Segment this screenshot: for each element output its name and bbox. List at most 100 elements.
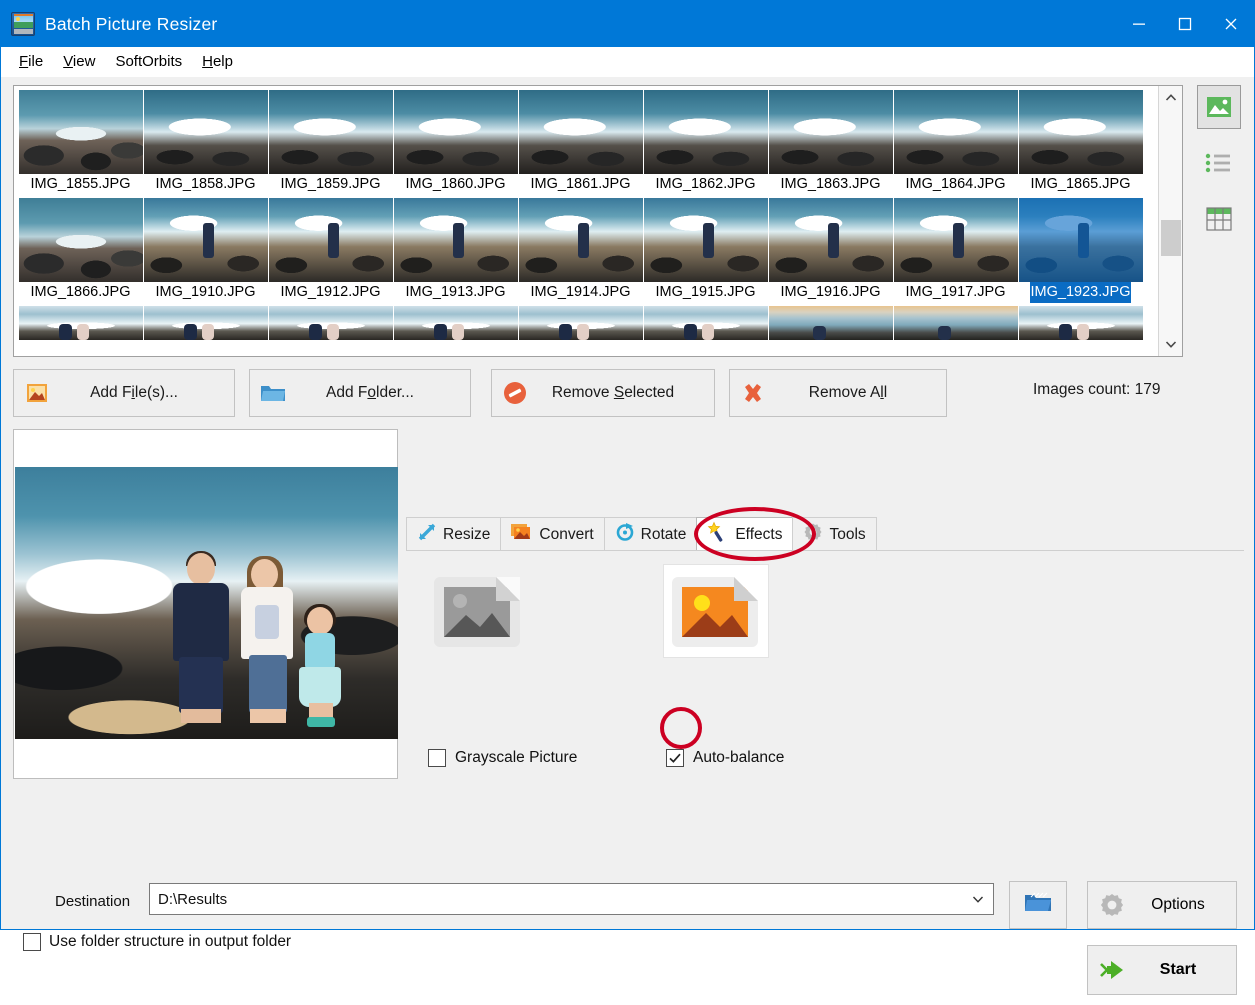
scrollbar-track[interactable]: [1159, 110, 1183, 332]
autobalance-checkbox-row[interactable]: Auto-balance: [666, 749, 784, 767]
add-folder-button[interactable]: Add Folder...: [249, 369, 471, 417]
scroll-down-icon[interactable]: [1159, 332, 1183, 356]
thumbnail-item[interactable]: IMG_1917.JPG: [893, 198, 1018, 303]
thumbnail-item[interactable]: IMG_1915.JPG: [643, 198, 768, 303]
remove-selected-label: Remove Selected: [551, 384, 675, 401]
destination-combobox[interactable]: D:\Results: [149, 883, 994, 915]
autobalance-checkbox[interactable]: [666, 749, 684, 767]
remove-selected-button[interactable]: Remove Selected: [491, 369, 715, 417]
thumbnail-item[interactable]: IMG_1864.JPG: [893, 90, 1018, 195]
thumbnail-scrollbar[interactable]: [1158, 86, 1182, 356]
thumbnail-item[interactable]: IMG_1866.JPG: [18, 198, 143, 303]
destination-label: Destination: [55, 893, 131, 910]
scrollbar-thumb[interactable]: [1160, 220, 1181, 256]
thumbnail-item[interactable]: IMG_1862.JPG: [643, 90, 768, 195]
thumbnail-image: [393, 306, 518, 340]
thumbnail-image: [268, 198, 393, 282]
thumbnail-item[interactable]: [393, 306, 518, 340]
tab-resize[interactable]: Resize: [406, 517, 502, 551]
thumbnail-item[interactable]: [1018, 306, 1143, 340]
thumbnail-item[interactable]: [18, 306, 143, 340]
remove-all-label: Remove All: [808, 384, 888, 401]
close-button[interactable]: [1208, 1, 1254, 47]
thumbnail-caption: IMG_1865.JPG: [1030, 176, 1131, 192]
thumbnail-item[interactable]: [268, 306, 393, 340]
thumbnail-item[interactable]: IMG_1914.JPG: [518, 198, 643, 303]
view-mode-list-button[interactable]: [1197, 141, 1241, 185]
thumbnail-image: [18, 90, 143, 174]
tab-rotate[interactable]: Rotate: [603, 517, 698, 551]
tab-effects[interactable]: Effects: [696, 517, 794, 551]
title-bar: Batch Picture Resizer: [1, 1, 1254, 47]
use-folder-structure-checkbox[interactable]: [23, 933, 41, 951]
list-view-icon: [1205, 153, 1230, 173]
thumbnail-item[interactable]: IMG_1923.JPG: [1018, 198, 1143, 303]
thumbnail-item[interactable]: IMG_1858.JPG: [143, 90, 268, 195]
thumbnail-scroll-area[interactable]: IMG_1855.JPG IMG_1858.JPG IMG_1859.JPG IMG_…: [14, 86, 1158, 356]
images-count-label: Images count: 179: [1033, 381, 1161, 398]
autobalance-preview-thumb[interactable]: [664, 565, 768, 657]
thumbnail-image: [518, 306, 643, 340]
view-mode-thumbnail-button[interactable]: [1197, 85, 1241, 129]
thumbnail-grid: IMG_1855.JPG IMG_1858.JPG IMG_1859.JPG IMG_…: [18, 90, 1158, 343]
grayscale-checkbox[interactable]: [428, 749, 446, 767]
thumbnail-item[interactable]: [143, 306, 268, 340]
remove-all-icon: [730, 381, 776, 405]
start-button[interactable]: Start: [1087, 945, 1237, 995]
thumbnail-caption: IMG_1915.JPG: [655, 284, 756, 300]
thumbnail-item[interactable]: IMG_1860.JPG: [393, 90, 518, 195]
minimize-button[interactable]: [1116, 1, 1162, 47]
thumbnail-item[interactable]: [643, 306, 768, 340]
tab-label-effects: Effects: [735, 525, 783, 543]
view-mode-details-button[interactable]: [1197, 197, 1241, 241]
thumbnail-caption: IMG_1910.JPG: [155, 284, 256, 300]
thumbnail-caption: IMG_1862.JPG: [655, 176, 756, 192]
destination-value[interactable]: D:\Results: [150, 891, 963, 908]
tab-convert[interactable]: Convert: [500, 517, 605, 551]
thumbnail-image: [768, 90, 893, 174]
options-button[interactable]: Options: [1087, 881, 1237, 929]
tab-tools[interactable]: Tools: [792, 517, 877, 551]
thumbnail-caption: IMG_1917.JPG: [905, 284, 1006, 300]
tab-label-rotate: Rotate: [640, 525, 687, 543]
autobalance-label: Auto-balance: [693, 749, 785, 766]
thumbnail-image: [518, 198, 643, 282]
folder-icon: [250, 383, 296, 403]
thumbnail-item[interactable]: IMG_1865.JPG: [1018, 90, 1143, 195]
add-files-button[interactable]: Add File(s)...: [13, 369, 235, 417]
thumbnail-item[interactable]: IMG_1855.JPG: [18, 90, 143, 195]
tab-label-resize: Resize: [443, 525, 491, 543]
settings-panel: Resize Convert Rotate Effects Tools Gray…: [406, 517, 1244, 867]
application-window: Batch Picture Resizer File View SoftOrbi…: [0, 0, 1255, 995]
browse-folder-button[interactable]: [1009, 881, 1067, 929]
grayscale-checkbox-row[interactable]: Grayscale Picture: [428, 749, 577, 767]
thumbnail-item[interactable]: [518, 306, 643, 340]
thumbnail-item[interactable]: IMG_1912.JPG: [268, 198, 393, 303]
thumbnail-item[interactable]: IMG_1910.JPG: [143, 198, 268, 303]
scroll-up-icon[interactable]: [1159, 86, 1183, 110]
thumbnail-item[interactable]: [893, 306, 1018, 340]
thumbnail-item[interactable]: IMG_1859.JPG: [268, 90, 393, 195]
action-button-row: Add File(s)... Add Folder... Remove Sele…: [13, 369, 1243, 419]
thumbnail-caption: IMG_1855.JPG: [30, 176, 131, 192]
remove-all-button[interactable]: Remove All: [729, 369, 947, 417]
thumbnail-item[interactable]: IMG_1913.JPG: [393, 198, 518, 303]
grayscale-preview-thumb[interactable]: [426, 565, 530, 657]
thumbnail-item[interactable]: [768, 306, 893, 340]
chevron-down-icon[interactable]: [963, 892, 993, 906]
thumbnail-item[interactable]: IMG_1916.JPG: [768, 198, 893, 303]
preview-image: [15, 467, 398, 739]
thumbnail-item[interactable]: IMG_1863.JPG: [768, 90, 893, 195]
thumbnail-image: [518, 90, 643, 174]
thumbnail-image: [393, 198, 518, 282]
resize-arrow-icon: [417, 522, 437, 547]
menu-item-file[interactable]: File: [9, 51, 53, 72]
add-folder-label: Add Folder...: [326, 384, 414, 401]
maximize-button[interactable]: [1162, 1, 1208, 47]
menu-item-softorbits[interactable]: SoftOrbits: [105, 51, 192, 72]
use-folder-structure-row[interactable]: Use folder structure in output folder: [23, 933, 291, 951]
menu-item-help[interactable]: Help: [192, 51, 243, 72]
menu-item-view[interactable]: View: [53, 51, 105, 72]
thumbnail-image: [1018, 198, 1143, 282]
thumbnail-item[interactable]: IMG_1861.JPG: [518, 90, 643, 195]
